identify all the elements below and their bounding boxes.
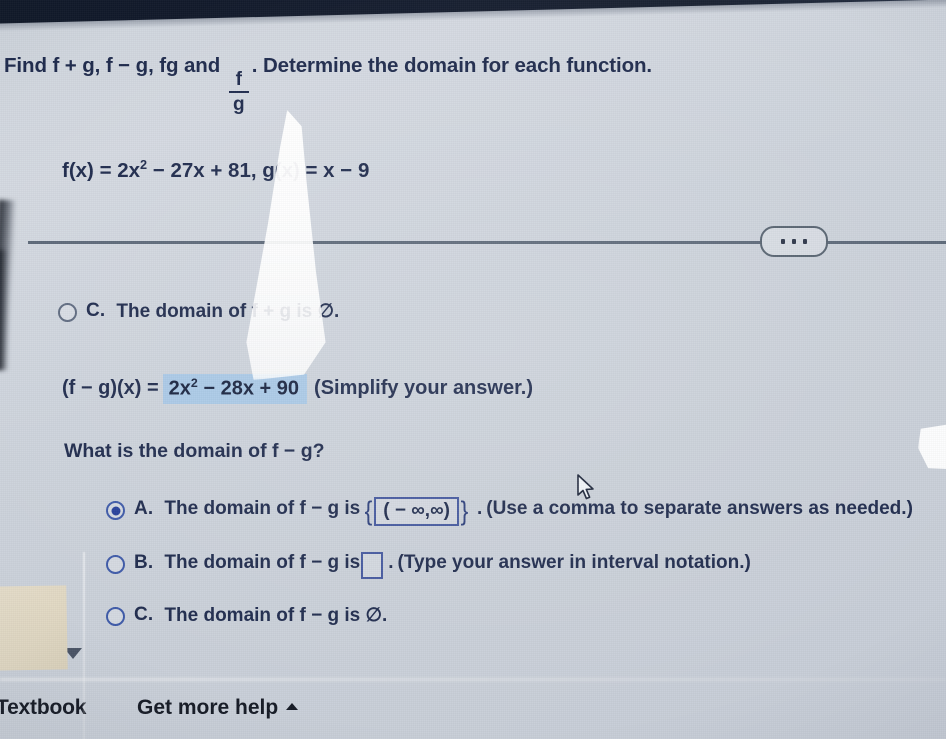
option-a-hint: (Use a comma to separate answers as need…	[486, 498, 913, 519]
option-c-letter: C.	[134, 604, 154, 625]
option-b-input[interactable]	[361, 552, 384, 579]
get-more-help-button[interactable]: Get more help	[137, 696, 299, 720]
beige-overlay-block	[0, 585, 68, 671]
option-b-row[interactable]: B. The domain of f − g is . (Type your a…	[106, 552, 751, 579]
dot-1-icon	[781, 239, 785, 244]
brace-open-icon: {	[364, 496, 373, 527]
screen-photo: Find f + g, f − g, fg and f g . Determin…	[0, 0, 946, 739]
option-c-row[interactable]: C. The domain of f − g is ∅.	[106, 604, 387, 627]
option-b-hint: (Type your answer in interval notation.)	[397, 552, 751, 573]
more-options-button[interactable]	[760, 226, 828, 257]
function-f-part1: f(x) = 2x	[62, 158, 141, 182]
scroll-seam-line	[83, 552, 85, 739]
fg-answer-hint: (Simplify your answer.)	[314, 377, 533, 400]
fraction-denominator: g	[233, 94, 245, 116]
option-c-text: The domain of f − g is ∅.	[164, 605, 388, 626]
radio-option-a[interactable]	[106, 501, 125, 520]
option-a-input[interactable]: ( − ∞,∞)	[374, 497, 459, 526]
fg-answer-field[interactable]: 2x2 − 28x + 90	[162, 374, 308, 404]
dot-3-icon	[803, 239, 807, 244]
prompt-suffix: . Determine the domain for each function…	[251, 54, 653, 77]
option-a-period: .	[476, 498, 483, 519]
problem-prompt: Find f + g, f − g, fg and f g . Determin…	[4, 54, 764, 114]
fg-answer-suffix: − 28x + 90	[197, 377, 300, 400]
function-definitions: f(x) = 2x2 − 27x + 81, g(x) = x − 9	[62, 157, 369, 183]
option-b-text: The domain of f − g is	[164, 552, 361, 573]
caret-up-icon	[286, 703, 299, 710]
radio-previous-c[interactable]	[58, 303, 77, 322]
function-f-part2: − 27x + 81, g(x) = x − 9	[147, 158, 370, 182]
fg-answer-line: (f − g)(x) = 2x2 − 28x + 90 (Simplify yo…	[62, 374, 533, 404]
fraction-numerator: f	[235, 68, 242, 90]
prompt-prefix: Find f + g, f − g, fg and	[4, 54, 221, 77]
option-b-period: .	[388, 552, 394, 573]
fg-answer-prefix: 2x	[168, 377, 191, 400]
fraction-f-over-g: f g	[228, 68, 249, 116]
fg-label: (f − g)(x) =	[62, 377, 159, 400]
option-a-row[interactable]: A. The domain of f − g is { ( − ∞,∞) } .…	[106, 497, 913, 527]
question-text: What is the domain of f − g?	[64, 440, 325, 462]
footer-separator	[0, 678, 946, 681]
previous-option-c-letter: C.	[86, 300, 106, 321]
dot-2-icon	[792, 239, 796, 244]
option-a-letter: A.	[134, 498, 154, 519]
textbook-button[interactable]: Textbook	[0, 696, 86, 720]
radio-option-c[interactable]	[106, 607, 125, 626]
fg-answer-exponent: 2	[190, 376, 198, 390]
option-a-answer-group: { ( − ∞,∞) }	[364, 497, 469, 526]
option-a-text: The domain of f − g is	[164, 498, 361, 519]
option-b-letter: B.	[134, 552, 154, 573]
get-more-help-label: Get more help	[137, 696, 279, 719]
page-content: Find f + g, f − g, fg and f g . Determin…	[0, 0, 946, 739]
mouse-cursor-icon	[577, 474, 594, 500]
left-edge-shadow-2	[0, 250, 8, 370]
brace-close-icon: }	[460, 496, 469, 527]
radio-option-b[interactable]	[106, 555, 125, 574]
fraction-bar	[228, 90, 249, 94]
